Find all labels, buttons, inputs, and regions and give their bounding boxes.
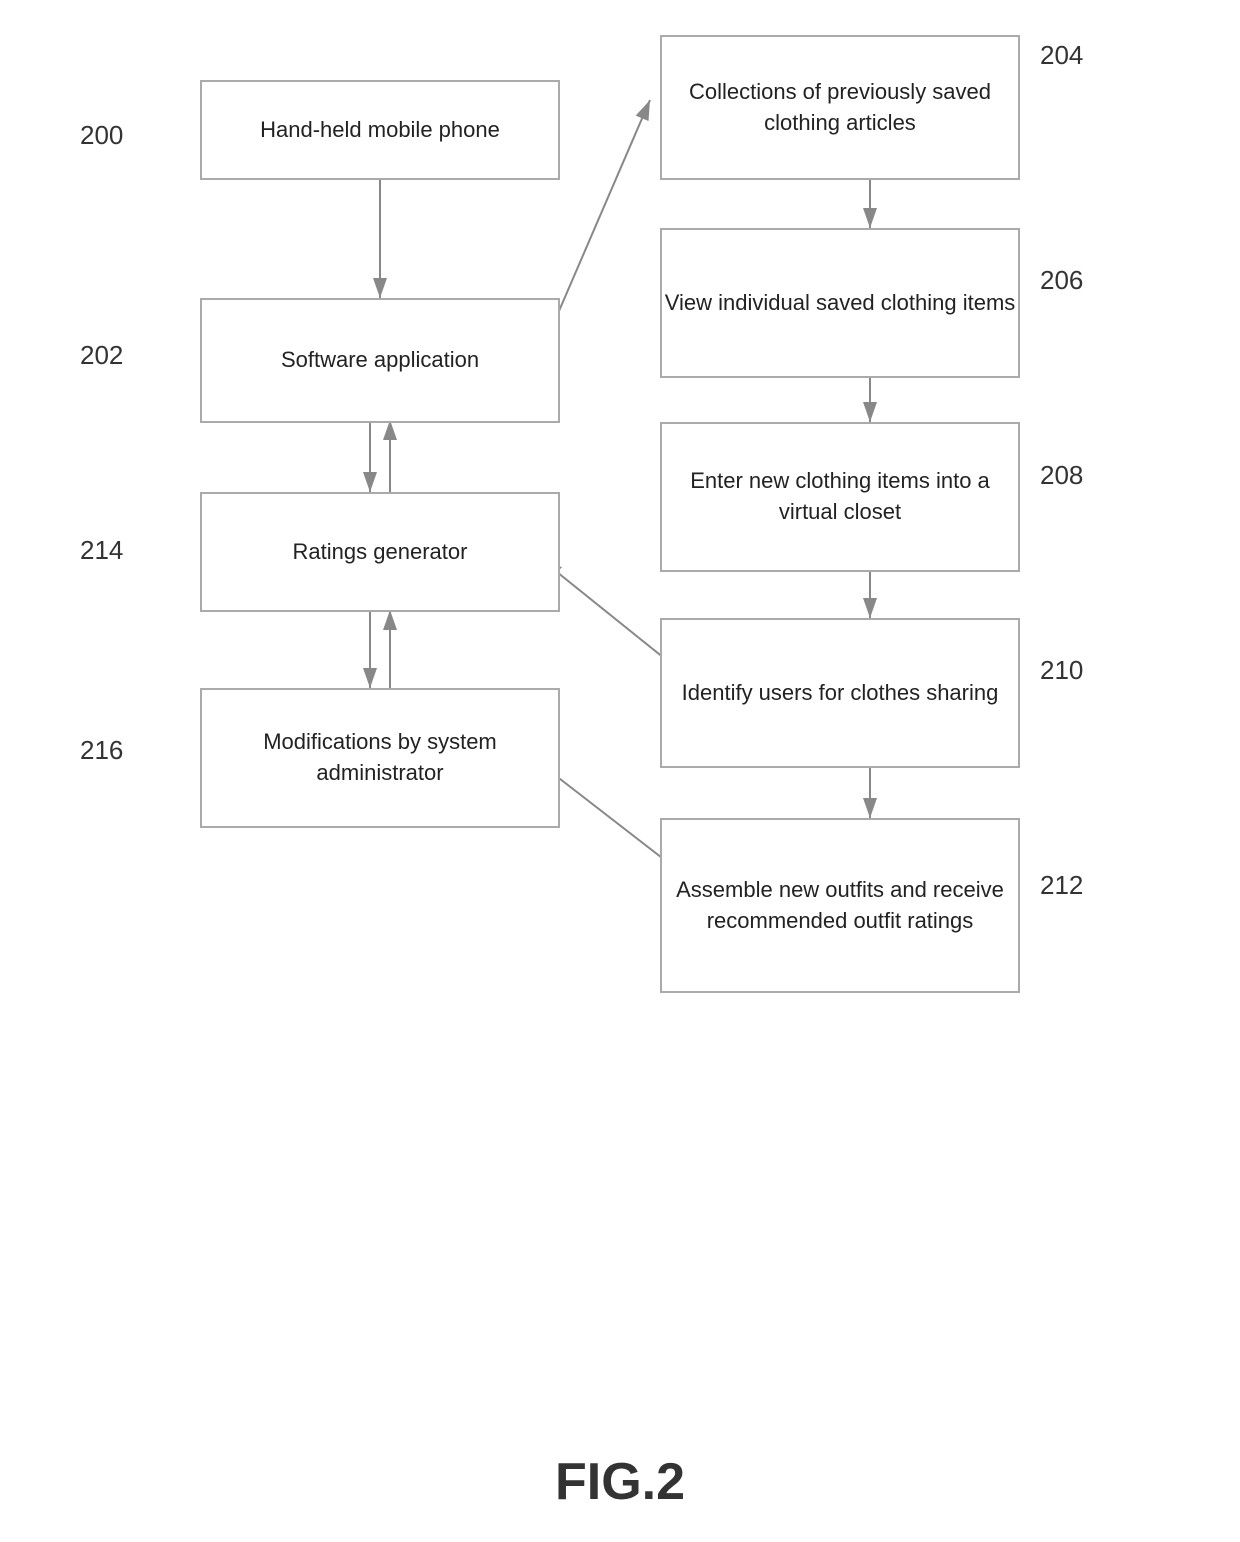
box-208: Enter new clothing items into a virtual … [660, 422, 1020, 572]
label-208: 208 [1040, 460, 1083, 491]
label-204: 204 [1040, 40, 1083, 71]
box-214: Ratings generator [200, 492, 560, 612]
box-210: Identify users for clothes sharing [660, 618, 1020, 768]
label-202: 202 [80, 340, 123, 371]
box-206: View individual saved clothing items [660, 228, 1020, 378]
box-200: Hand-held mobile phone [200, 80, 560, 180]
label-212: 212 [1040, 870, 1083, 901]
box-204: Collections of previously saved clothing… [660, 35, 1020, 180]
label-214: 214 [80, 535, 123, 566]
figure-caption: FIG.2 [0, 1452, 1240, 1512]
diagram-container: Hand-held mobile phone 200 Software appl… [0, 0, 1240, 1440]
label-200: 200 [80, 120, 123, 151]
arrows-svg [0, 0, 1240, 1440]
label-216: 216 [80, 735, 123, 766]
label-210: 210 [1040, 655, 1083, 686]
box-212: Assemble new outfits and receive recomme… [660, 818, 1020, 993]
box-216: Modifications by system administrator [200, 688, 560, 828]
label-206: 206 [1040, 265, 1083, 296]
box-202: Software application [200, 298, 560, 423]
